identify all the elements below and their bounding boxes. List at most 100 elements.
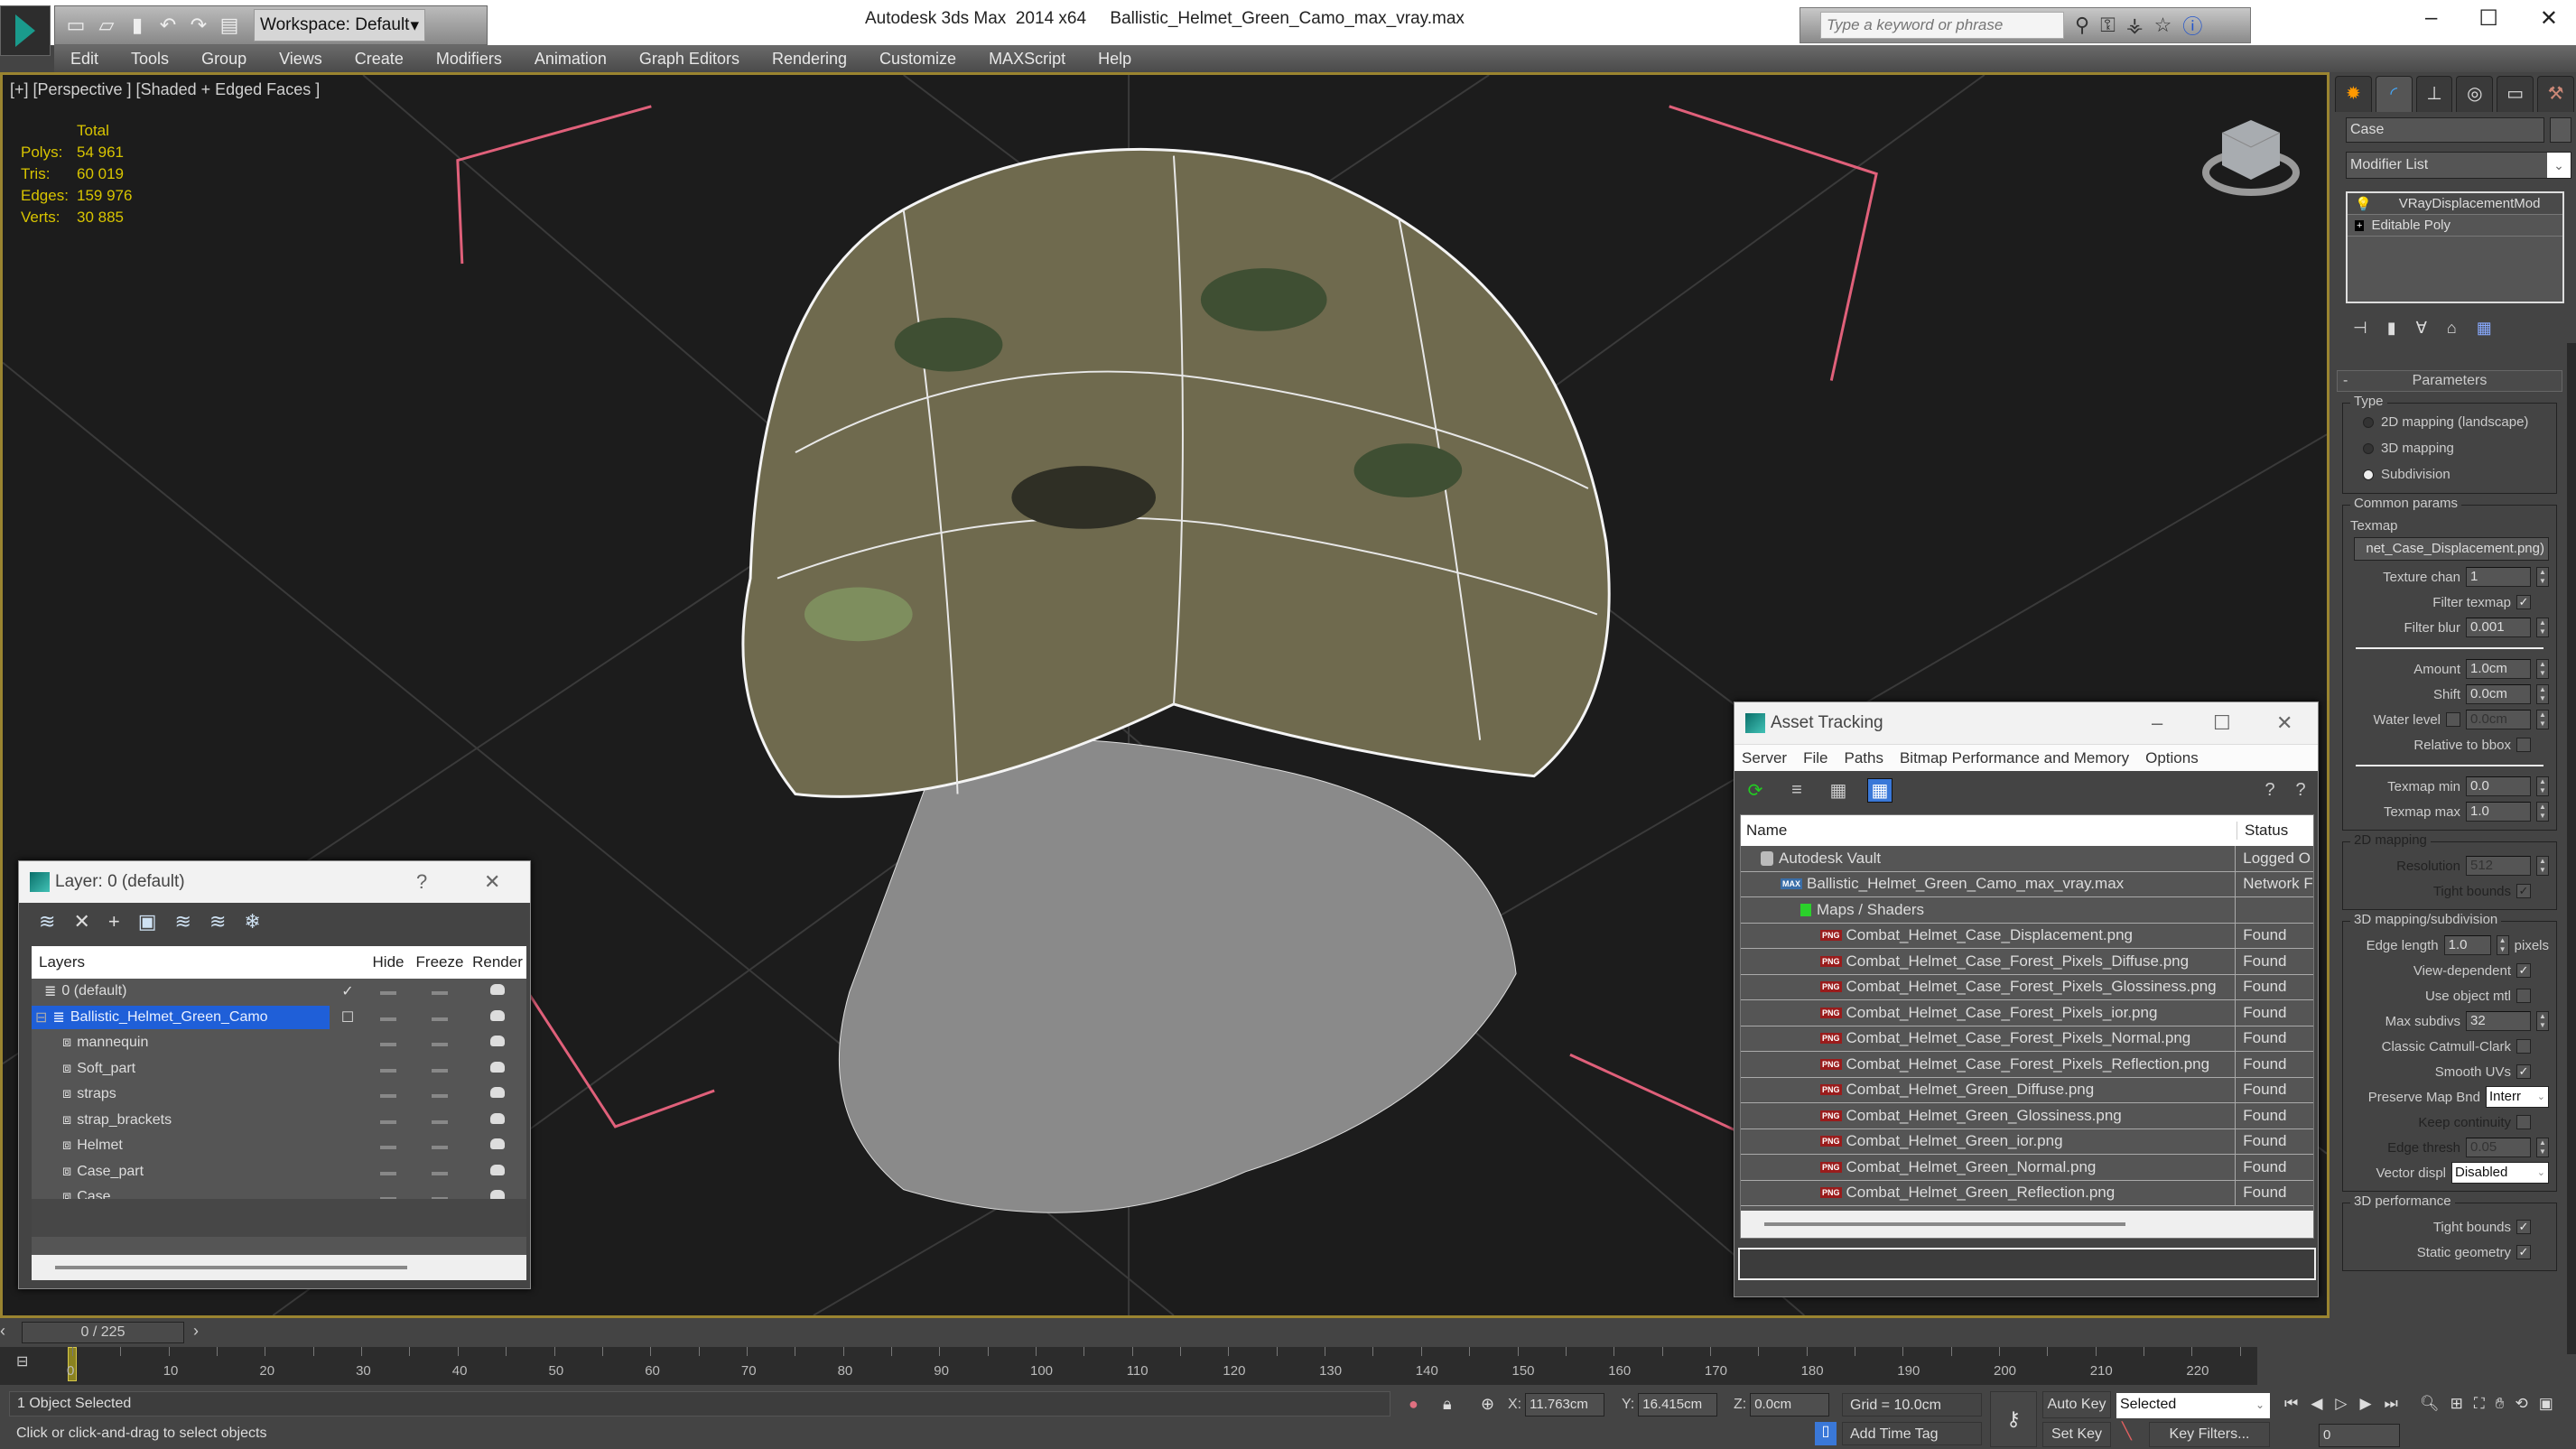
workspace-dropdown[interactable]: Workspace: Default ▾	[254, 9, 425, 42]
freeze-toggle[interactable]	[411, 1164, 469, 1180]
layer-name-cell[interactable]: ⧈ strap_brackets	[32, 1109, 330, 1132]
help-icon[interactable]: ?	[2289, 780, 2312, 801]
select-layer-icon[interactable]: ≋	[175, 910, 191, 933]
next-frame-button[interactable]: ›	[193, 1322, 199, 1341]
time-slider[interactable]: 0 / 225	[22, 1322, 184, 1343]
remove-modifier-icon[interactable]: ⌂	[2447, 319, 2457, 338]
app-menu-button[interactable]	[0, 5, 51, 56]
minimize-button[interactable]: –	[2425, 5, 2437, 32]
object-row[interactable]: ⧈ strap_brackets	[32, 1108, 526, 1134]
asset-row[interactable]: PNG Combat_Helmet_Case_Forest_Pixels_ior.…	[1741, 1000, 2313, 1026]
vector-displ-dropdown[interactable]: Disabled ⌄	[2451, 1162, 2549, 1184]
close-button[interactable]: ✕	[484, 870, 500, 894]
render-toggle[interactable]	[469, 1138, 526, 1154]
object-name-field[interactable]: Case	[2346, 117, 2544, 143]
classic-catmull-clark-checkbox[interactable]	[2516, 1039, 2531, 1054]
prev-key-icon[interactable]: ◀	[2311, 1395, 2322, 1413]
scrollbar-thumb[interactable]	[55, 1266, 407, 1269]
zoom-all-icon[interactable]: ⊞	[2450, 1395, 2463, 1413]
auto-key-button[interactable]: Auto Key	[2042, 1391, 2111, 1418]
modify-tab-icon[interactable]: ◜	[2375, 76, 2413, 112]
go-to-end-icon[interactable]: ⏭	[2385, 1395, 2398, 1413]
relative-bbox-checkbox[interactable]	[2516, 738, 2531, 752]
help-button[interactable]: ?	[416, 870, 427, 894]
freeze-toggle[interactable]	[411, 1112, 469, 1129]
maximize-button[interactable]: ☐	[2213, 711, 2231, 735]
render-toggle[interactable]	[469, 1164, 526, 1180]
y-field[interactable]: 16.415cm	[1638, 1393, 1718, 1416]
new-file-icon[interactable]: ▭	[64, 14, 88, 37]
close-button[interactable]: ✕	[2276, 711, 2292, 735]
asset-row[interactable]: MAX Ballistic_Helmet_Green_Camo_max_vray.…	[1741, 871, 2313, 897]
asset-name-cell[interactable]: Autodesk Vault	[1741, 846, 2237, 871]
stack-item-vray-displacement[interactable]: 💡 VRayDisplacementMod	[2348, 193, 2562, 215]
layer-name-cell[interactable]: ⧈ mannequin	[32, 1031, 330, 1054]
asset-row[interactable]: PNG Combat_Helmet_Green_Diffuse.png Found	[1741, 1077, 2313, 1103]
maximize-viewport-icon[interactable]: ▣	[2539, 1395, 2553, 1413]
water-level-field[interactable]: 0.0cm	[2466, 710, 2531, 729]
radio-subdivision[interactable]: Subdivision	[2347, 461, 2553, 488]
hide-toggle[interactable]	[366, 1061, 411, 1077]
current-layer-toggle[interactable]: ☐	[330, 1008, 366, 1026]
collapse-icon[interactable]: ⊟	[35, 1008, 47, 1026]
object-row[interactable]: ⧈ Soft_part	[32, 1056, 526, 1082]
layer-row[interactable]: ≣ 0 (default) ✓	[32, 979, 526, 1005]
default-tangent-icon[interactable]: ╲	[2122, 1422, 2132, 1441]
minimize-button[interactable]: –	[2152, 711, 2162, 735]
asset-name-cell[interactable]: PNG Combat_Helmet_Green_ior.png	[1741, 1129, 2237, 1154]
asset-name-cell[interactable]: PNG Combat_Helmet_Green_Diffuse.png	[1741, 1077, 2237, 1102]
preserve-map-bnd-dropdown[interactable]: Interr ⌄	[2486, 1086, 2549, 1108]
render-toggle[interactable]	[469, 983, 526, 999]
asset-name-cell[interactable]: PNG Combat_Helmet_Case_Forest_Pixels_ior.…	[1741, 1000, 2237, 1026]
filter-blur-field[interactable]: 0.001	[2466, 618, 2531, 637]
asset-name-cell[interactable]: PNG Combat_Helmet_Green_Normal.png	[1741, 1155, 2237, 1180]
smooth-uvs-checkbox[interactable]: ✓	[2516, 1064, 2531, 1079]
asset-name-cell[interactable]: PNG Combat_Helmet_Green_Reflection.png	[1741, 1180, 2237, 1205]
curve-editor-icon[interactable]: ⊟	[16, 1352, 28, 1370]
hide-toggle[interactable]	[366, 1009, 411, 1026]
menu-rendering[interactable]: Rendering	[756, 50, 863, 69]
star-icon[interactable]: ☆	[2154, 14, 2172, 37]
pin-stack-icon[interactable]: ⊣	[2353, 319, 2367, 338]
freeze-toggle[interactable]	[411, 1061, 469, 1077]
asset-row[interactable]: Maps / Shaders	[1741, 897, 2313, 924]
asset-dialog-titlebar[interactable]: Asset Tracking – ☐ ✕	[1734, 702, 2318, 744]
add-time-tag-button[interactable]: Add Time Tag	[1842, 1422, 1982, 1445]
texmap-min-field[interactable]: 0.0	[2466, 776, 2531, 796]
key-mode-dropdown[interactable]: Selected ⌄	[2116, 1393, 2270, 1418]
menu-animation[interactable]: Animation	[518, 50, 623, 69]
max-subdivs-field[interactable]: 32	[2466, 1011, 2531, 1031]
menu-create[interactable]: Create	[339, 50, 420, 69]
save-icon[interactable]: ▮	[126, 14, 149, 37]
add-to-layer-icon[interactable]: +	[108, 910, 120, 933]
current-frame-field[interactable]: 0	[2319, 1424, 2400, 1447]
object-color-swatch[interactable]	[2550, 117, 2571, 143]
use-object-mtl-checkbox[interactable]	[2516, 989, 2531, 1003]
asset-row[interactable]: PNG Combat_Helmet_Green_Glossiness.png Fou…	[1741, 1103, 2313, 1129]
motion-tab-icon[interactable]: ◎	[2456, 76, 2494, 112]
render-toggle[interactable]	[469, 1086, 526, 1102]
object-row[interactable]: ⧈ straps	[32, 1082, 526, 1108]
hide-toggle[interactable]	[366, 983, 411, 999]
render-toggle[interactable]	[469, 1009, 526, 1026]
asset-row[interactable]: PNG Combat_Helmet_Case_Forest_Pixels_Glos…	[1741, 974, 2313, 1000]
menu-group[interactable]: Group	[185, 50, 263, 69]
utilities-tab-icon[interactable]: ⚒	[2537, 76, 2574, 112]
lightbulb-icon[interactable]: 💡	[2355, 196, 2372, 212]
3d-tight-bounds-checkbox[interactable]: ✓	[2516, 1220, 2531, 1234]
pan-icon[interactable]: ✋︎	[2496, 1395, 2505, 1413]
current-layer-toggle[interactable]: ✓	[330, 982, 366, 1000]
display-tab-icon[interactable]: ▭	[2497, 76, 2534, 112]
list-view-icon[interactable]: ≡	[1785, 780, 1809, 801]
asset-name-cell[interactable]: PNG Combat_Helmet_Case_Displacement.png	[1741, 923, 2237, 948]
freeze-toggle[interactable]	[411, 1009, 469, 1026]
col-layers[interactable]: Layers	[32, 953, 330, 971]
asset-menu-server[interactable]: Server	[1742, 749, 1787, 767]
asset-name-cell[interactable]: PNG Combat_Helmet_Case_Forest_Pixels_Norm…	[1741, 1026, 2237, 1051]
viewport-label-menu[interactable]: [+] [Perspective ] [Shaded + Edged Faces…	[10, 80, 320, 99]
make-unique-icon[interactable]: ∀	[2416, 319, 2427, 338]
configure-sets-icon[interactable]: ▦	[2477, 319, 2492, 338]
menu-graph-editors[interactable]: Graph Editors	[623, 50, 756, 69]
render-toggle[interactable]	[469, 1112, 526, 1129]
key-filters-button[interactable]: Key Filters...	[2149, 1422, 2270, 1447]
